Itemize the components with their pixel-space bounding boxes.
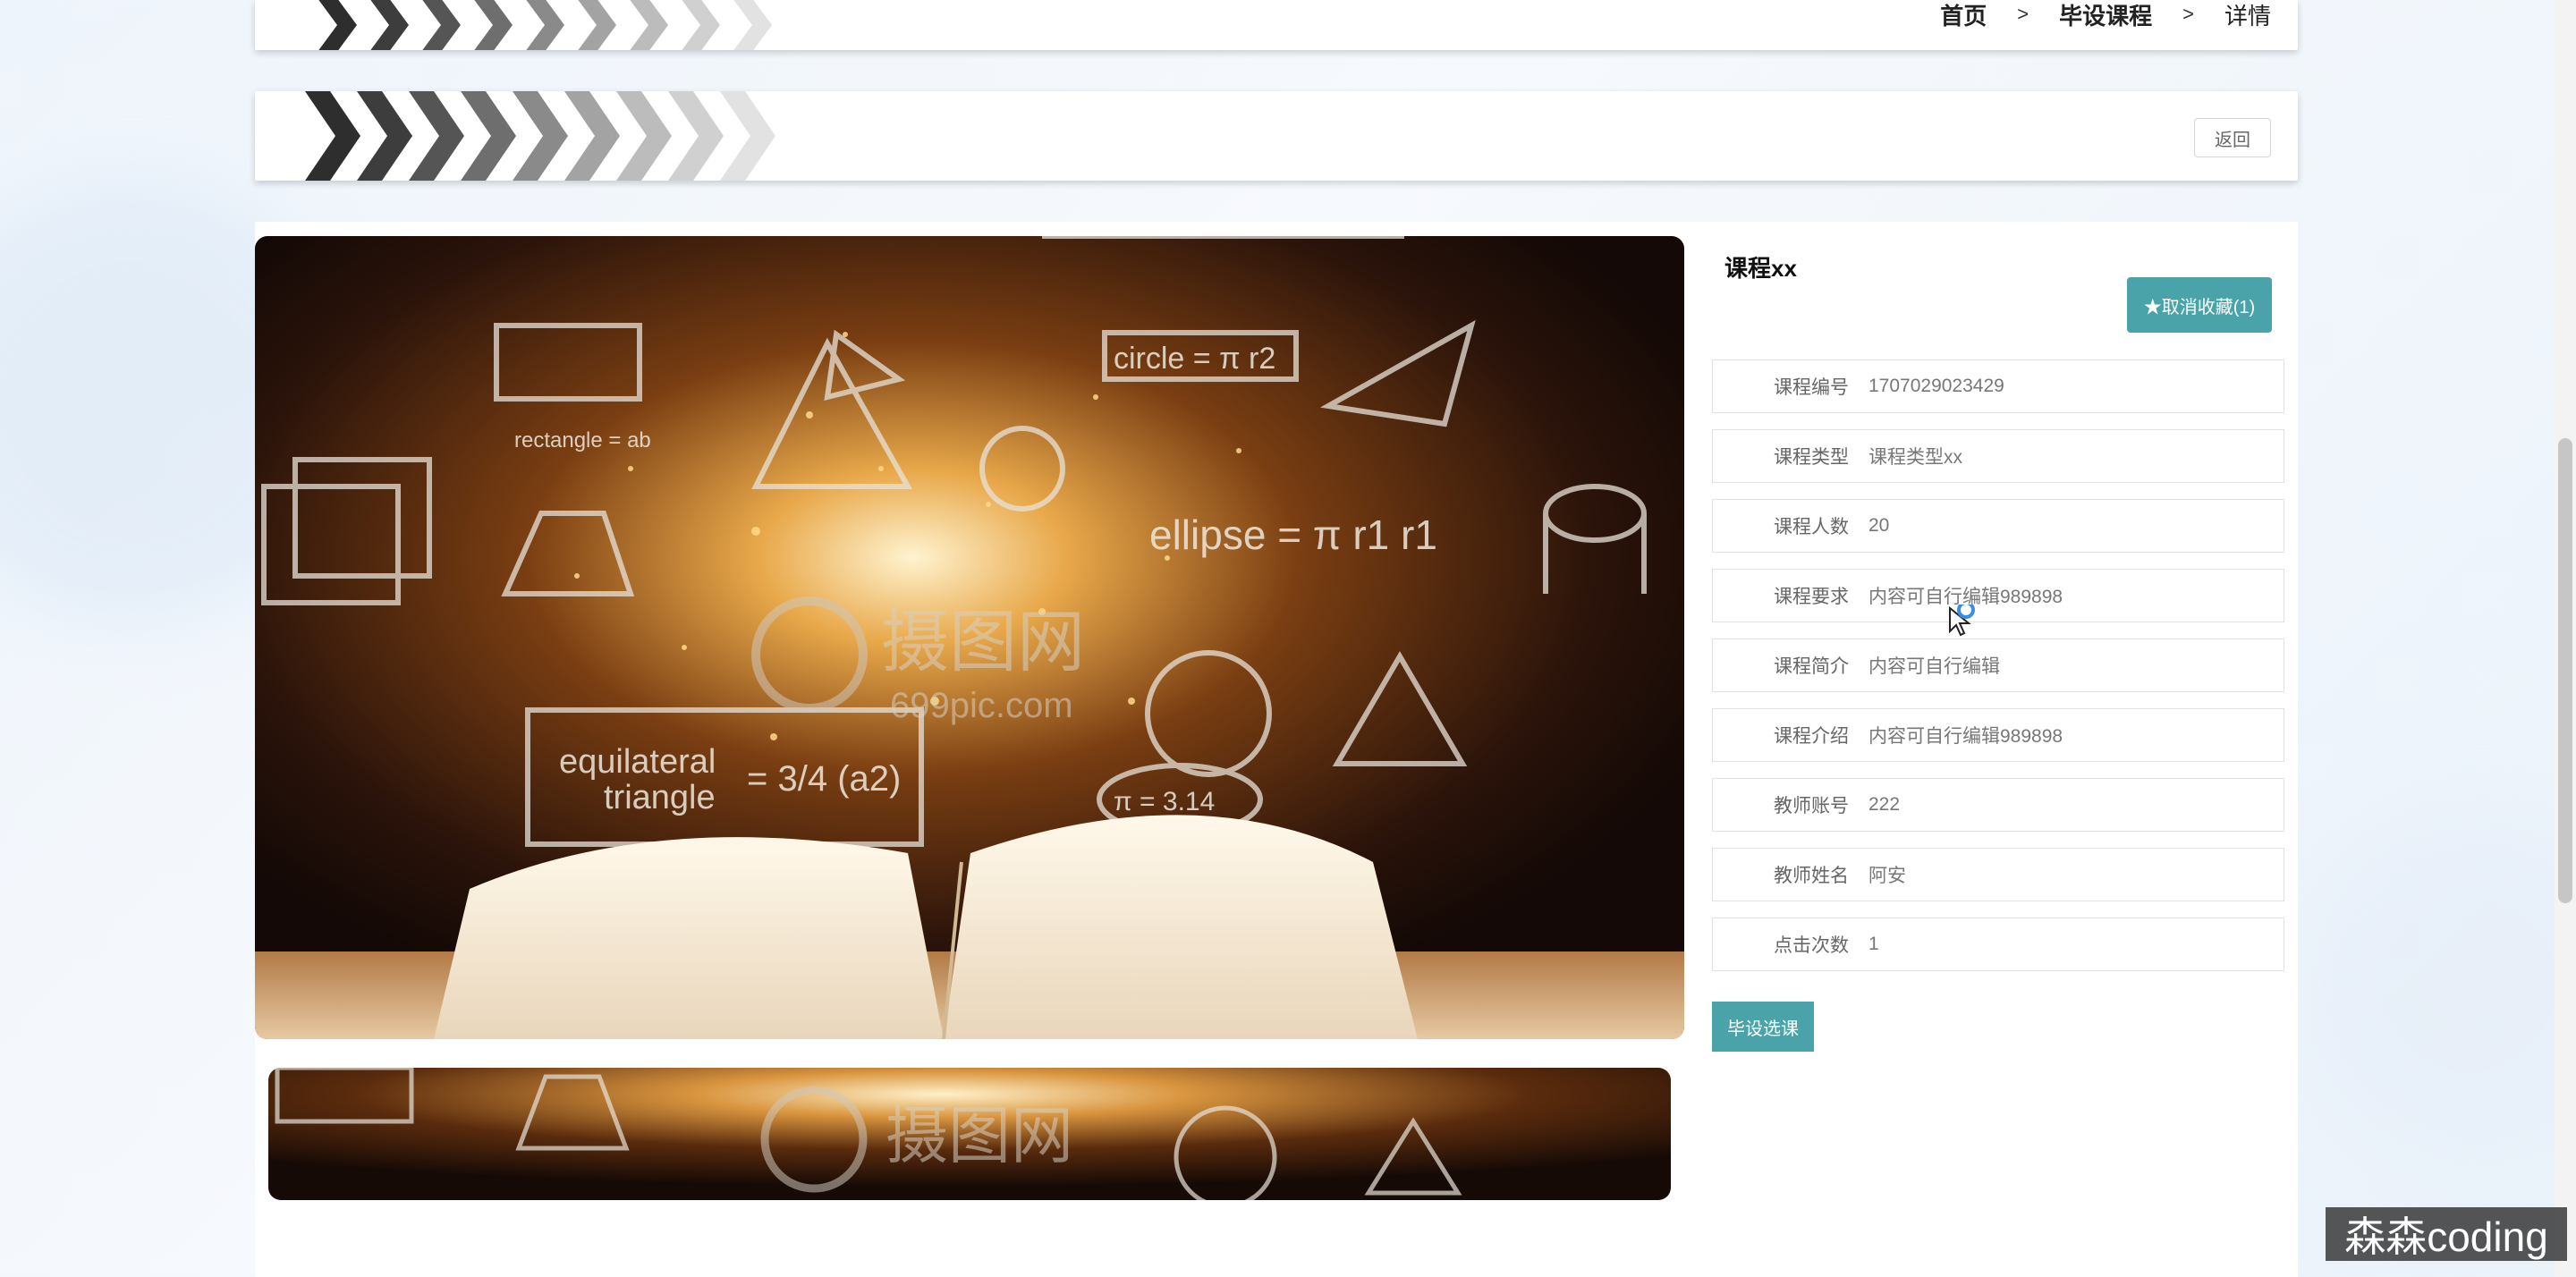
- info-row-course-introduction: 课程介绍 内容可自行编辑989898: [1712, 708, 2284, 762]
- info-label: 课程要求: [1774, 587, 1849, 607]
- stock-watermark-en: 699pic.com: [890, 686, 1073, 725]
- info-label: 课程人数: [1774, 517, 1849, 537]
- course-main-image: circle = π r2 rectangle = ab ellipse = π…: [255, 236, 1684, 1039]
- info-label: 点击次数: [1774, 935, 1849, 956]
- top-breadcrumb-bar: 首页 > 毕设课程 > 详情: [255, 0, 2298, 50]
- breadcrumb-current: 详情: [2224, 2, 2271, 30]
- chalk-text-formula: = 3/4 (a2): [747, 759, 901, 799]
- info-row-course-summary: 课程简介 内容可自行编辑: [1712, 638, 2284, 692]
- thumbnail-illustration: 摄图网: [268, 1068, 1671, 1200]
- course-info-list: 课程编号 1707029023429 课程类型 课程类型xx 课程人数 20 课…: [1712, 359, 2284, 987]
- chalk-text-circle: circle = π r2: [1114, 342, 1275, 376]
- info-value: 1: [1868, 934, 1879, 954]
- chalk-text-rectangle: rectangle = ab: [514, 428, 651, 452]
- breadcrumb-section[interactable]: 毕设课程: [2059, 0, 2152, 31]
- info-row-click-count: 点击次数 1: [1712, 918, 2284, 971]
- info-label: 课程类型: [1774, 447, 1849, 468]
- stock-watermark-cn: 摄图网: [881, 605, 1085, 681]
- info-value: 内容可自行编辑989898: [1868, 726, 2063, 747]
- select-course-button[interactable]: 毕设选课: [1712, 1002, 1814, 1052]
- chalkboard-book-illustration: circle = π r2 rectangle = ab ellipse = π…: [255, 236, 1684, 1039]
- breadcrumb-home[interactable]: 首页: [1940, 0, 1987, 31]
- course-title: 课程xx: [1724, 255, 1797, 282]
- chalk-text-equilateral: equilateral: [559, 743, 716, 781]
- info-value: 20: [1868, 515, 1890, 536]
- course-thumbnail[interactable]: 摄图网: [268, 1068, 1671, 1200]
- chevron-decoration: [318, 0, 772, 50]
- info-label: 课程简介: [1774, 656, 1849, 677]
- info-label: 课程介绍: [1774, 726, 1849, 747]
- chalk-text-ellipse: ellipse = π r1 r1: [1149, 512, 1437, 558]
- breadcrumb: 首页 > 毕设课程 > 详情: [1940, 0, 2271, 31]
- info-value: 课程类型xx: [1868, 447, 1962, 468]
- info-label: 教师账号: [1774, 796, 1849, 816]
- chevron-decoration: [305, 91, 775, 181]
- info-row-teacher-account: 教师账号 222: [1712, 778, 2284, 832]
- info-row-course-requirements: 课程要求 内容可自行编辑989898: [1712, 569, 2284, 622]
- breadcrumb-separator: >: [2182, 3, 2194, 25]
- info-row-teacher-name: 教师姓名 阿安: [1712, 848, 2284, 901]
- chalk-text-pi: π = 3.14: [1114, 787, 1215, 816]
- back-button[interactable]: 返回: [2194, 118, 2271, 157]
- info-row-course-number: 课程编号 1707029023429: [1712, 359, 2284, 413]
- info-label: 教师姓名: [1774, 866, 1849, 886]
- action-bar: 返回: [255, 91, 2298, 181]
- info-label: 课程编号: [1774, 377, 1849, 398]
- author-watermark: 森森coding: [2326, 1207, 2567, 1261]
- info-row-course-type: 课程类型 课程类型xx: [1712, 429, 2284, 483]
- info-value: 阿安: [1868, 866, 1906, 886]
- info-row-course-capacity: 课程人数 20: [1712, 499, 2284, 553]
- chalk-text-triangle: triangle: [604, 779, 716, 816]
- info-value: 内容可自行编辑: [1868, 656, 2000, 677]
- info-value: 222: [1868, 794, 1901, 815]
- info-value: 1707029023429: [1868, 376, 2004, 396]
- thumb-watermark-cn: 摄图网: [886, 1101, 1073, 1171]
- breadcrumb-separator: >: [2017, 3, 2029, 25]
- background-glow: [2290, 805, 2576, 1163]
- scrollbar-thumb[interactable]: [2558, 438, 2572, 903]
- unfavorite-button[interactable]: ★取消收藏(1): [2127, 277, 2272, 333]
- mouse-cursor-icon: [1949, 605, 1975, 637]
